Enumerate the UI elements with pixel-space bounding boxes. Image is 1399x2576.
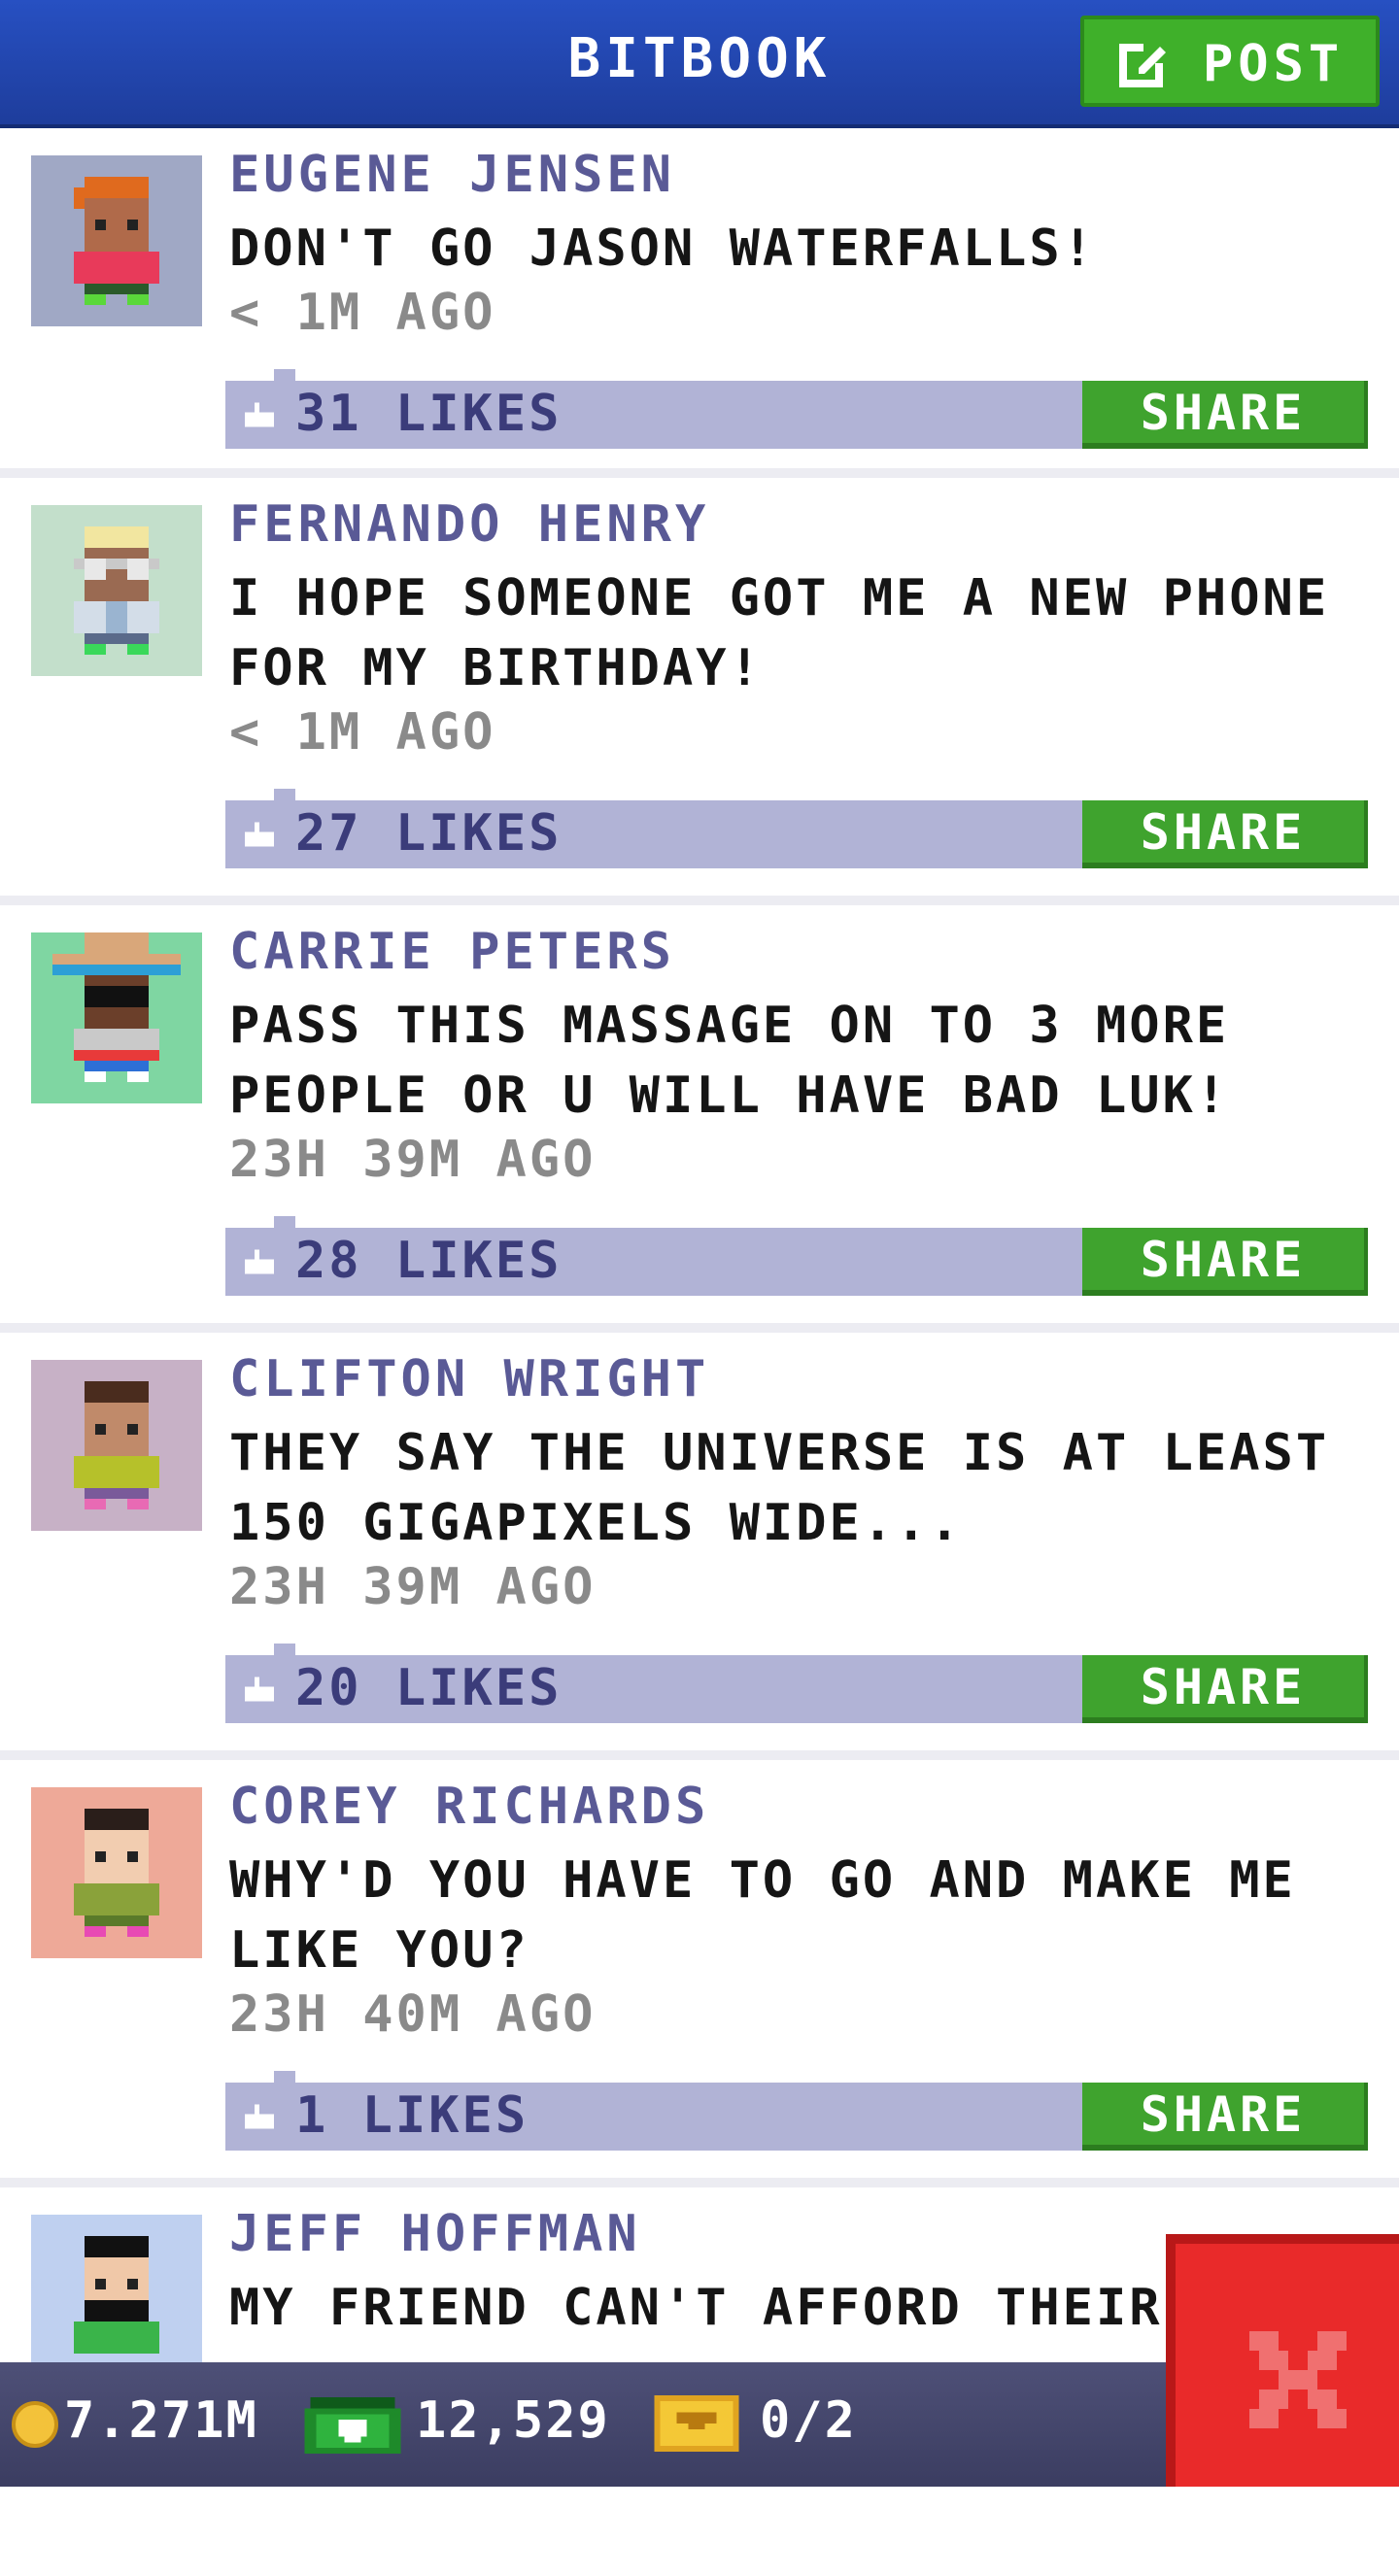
divider	[0, 468, 1399, 478]
like-bar: 27 LIKES SHARE	[225, 789, 1368, 868]
post-author[interactable]: JEFF HOFFMAN	[229, 2205, 641, 2263]
feed-post: COREY RICHARDS WHY'D YOU HAVE TO GO AND …	[0, 1760, 1399, 2187]
like-count: 1 LIKES	[295, 2086, 529, 2145]
post-time: < 1M AGO	[229, 284, 496, 342]
bux-icon	[304, 2397, 401, 2454]
thumbs-up-icon[interactable]	[245, 1677, 274, 1702]
post-time: 23H 40M AGO	[229, 1985, 597, 2044]
divider	[0, 1323, 1399, 1333]
post-text: DON'T GO JASON WATERFALLS!	[229, 220, 1096, 278]
like-count: 31 LIKES	[295, 385, 563, 443]
post-time: 23H 39M AGO	[229, 1131, 597, 1189]
like-count: 28 LIKES	[295, 1232, 563, 1290]
post-time: 23H 39M AGO	[229, 1558, 597, 1616]
thumbs-up-icon[interactable]	[245, 822, 274, 847]
avatar[interactable]	[31, 155, 202, 326]
share-button[interactable]: SHARE	[1082, 800, 1368, 868]
divider	[0, 2178, 1399, 2187]
feed-post: FERNANDO HENRY I HOPE SOMEONE GOT ME A N…	[0, 478, 1399, 905]
divider	[0, 1750, 1399, 1760]
post-feed[interactable]: EUGENE JENSEN DON'T GO JASON WATERFALLS!…	[0, 128, 1399, 2576]
share-button[interactable]: SHARE	[1082, 1655, 1368, 1723]
post-author[interactable]: EUGENE JENSEN	[229, 146, 675, 204]
feed-post: CARRIE PETERS PASS THIS MASSAGE ON TO 3 …	[0, 905, 1399, 1333]
like-count: 20 LIKES	[295, 1659, 563, 1717]
thumbs-up-icon[interactable]	[245, 2104, 274, 2129]
post-button[interactable]: POST	[1080, 16, 1380, 107]
like-bar: 20 LIKES SHARE	[225, 1644, 1368, 1723]
thumbs-up-icon[interactable]	[245, 402, 274, 427]
feed-post: CLIFTON WRIGHT THEY SAY THE UNIVERSE IS …	[0, 1333, 1399, 1760]
avatar[interactable]	[31, 1787, 202, 1958]
post-author[interactable]: COREY RICHARDS	[229, 1778, 709, 1836]
share-button[interactable]: SHARE	[1082, 2083, 1368, 2151]
coin-balance: 7.271M	[64, 2391, 258, 2450]
post-text: PASS THIS MASSAGE ON TO 3 MORE PEOPLE OR…	[229, 997, 1230, 1125]
coin-icon	[12, 2401, 58, 2448]
edit-icon	[1119, 44, 1166, 87]
post-time: < 1M AGO	[229, 703, 496, 762]
share-button[interactable]: SHARE	[1082, 1228, 1368, 1296]
post-button-label: POST	[1203, 35, 1345, 93]
close-icon	[1249, 2331, 1347, 2428]
bux-balance: 12,529	[416, 2391, 610, 2450]
close-button[interactable]	[1166, 2234, 1399, 2487]
avatar[interactable]	[31, 932, 202, 1103]
ticket-icon	[654, 2395, 739, 2452]
post-author[interactable]: CARRIE PETERS	[229, 923, 675, 981]
top-bar: BITBOOK POST	[0, 0, 1399, 128]
feed-post: EUGENE JENSEN DON'T GO JASON WATERFALLS!…	[0, 128, 1399, 478]
avatar[interactable]	[31, 1360, 202, 1531]
avatar[interactable]	[31, 2215, 202, 2386]
post-text: WHY'D YOU HAVE TO GO AND MAKE ME LIKE YO…	[229, 1851, 1296, 1980]
share-button[interactable]: SHARE	[1082, 381, 1368, 449]
like-bar: 28 LIKES SHARE	[225, 1216, 1368, 1296]
avatar[interactable]	[31, 505, 202, 676]
post-text: I HOPE SOMEONE GOT ME A NEW PHONE FOR MY…	[229, 569, 1330, 697]
like-bar: 1 LIKES SHARE	[225, 2071, 1368, 2151]
divider	[0, 896, 1399, 905]
thumbs-up-icon[interactable]	[245, 1249, 274, 1274]
post-author[interactable]: CLIFTON WRIGHT	[229, 1350, 709, 1408]
post-author[interactable]: FERNANDO HENRY	[229, 495, 709, 554]
like-bar: 31 LIKES SHARE	[225, 369, 1368, 449]
post-text: THEY SAY THE UNIVERSE IS AT LEAST 150 GI…	[229, 1424, 1330, 1552]
ticket-count: 0/2	[760, 2391, 857, 2450]
like-count: 27 LIKES	[295, 804, 563, 863]
